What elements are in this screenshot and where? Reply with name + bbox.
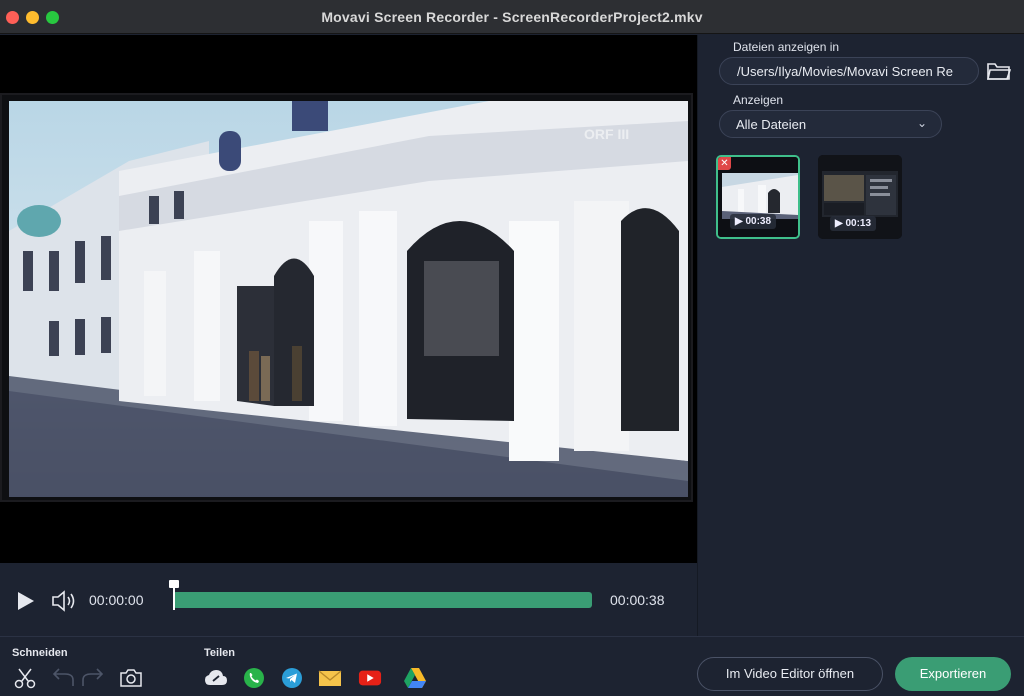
playhead-handle[interactable] <box>169 580 179 610</box>
share-section-label: Teilen <box>204 647 235 659</box>
playback-controls: 00:00:00 00:00:38 <box>0 563 697 636</box>
video-frame[interactable]: ORF III <box>0 93 693 502</box>
volume-icon[interactable] <box>51 589 77 618</box>
bottom-toolbar: Schneiden Teilen Im Video Editor öffnen … <box>0 636 1024 696</box>
title-bar: Movavi Screen Recorder - ScreenRecorderP… <box>0 0 1024 34</box>
chevron-down-icon: ⌄ <box>916 116 927 130</box>
duration-badge: ▶ 00:38 <box>730 214 777 229</box>
telegram-icon[interactable] <box>280 666 304 690</box>
whatsapp-icon[interactable] <box>242 666 266 690</box>
export-button[interactable]: Exportieren <box>895 657 1011 691</box>
play-icon[interactable] <box>17 591 35 616</box>
recording-thumbnail[interactable]: ▶ 00:13 <box>818 155 902 239</box>
delete-icon[interactable]: ✕ <box>718 157 731 170</box>
current-time: 00:00:00 <box>89 592 144 608</box>
video-overlay-logo: ORF III <box>584 126 629 142</box>
file-filter-value: Alle Dateien <box>736 117 807 132</box>
video-still-image: ORF III <box>9 101 688 497</box>
redo-icon[interactable] <box>81 666 105 690</box>
folder-icon[interactable] <box>987 60 1012 82</box>
scissors-icon[interactable] <box>13 666 37 690</box>
timeline-progress-bar[interactable] <box>173 592 592 608</box>
open-video-editor-button[interactable]: Im Video Editor öffnen <box>697 657 883 691</box>
app-window: Movavi Screen Recorder - ScreenRecorderP… <box>0 0 1024 696</box>
timeline-fill <box>173 592 592 608</box>
mail-icon[interactable] <box>318 666 342 690</box>
youtube-icon[interactable] <box>358 666 382 690</box>
google-drive-icon[interactable] <box>403 666 427 690</box>
camera-icon[interactable] <box>119 666 143 690</box>
files-panel: Dateien anzeigen in /Users/Ilya/Movies/M… <box>697 35 1024 636</box>
filter-label: Anzeigen <box>733 93 784 107</box>
recording-thumbnail[interactable]: ✕ ▶ 00:38 <box>716 155 800 239</box>
window-title: Movavi Screen Recorder - ScreenRecorderP… <box>321 9 703 25</box>
undo-icon[interactable] <box>51 666 75 690</box>
duration-badge: ▶ 00:13 <box>830 216 877 231</box>
video-preview-area: ORF III <box>0 35 697 563</box>
cut-section-label: Schneiden <box>12 647 68 659</box>
total-time: 00:00:38 <box>610 592 665 608</box>
folder-label: Dateien anzeigen in <box>733 40 840 54</box>
folder-path-field[interactable]: /Users/Ilya/Movies/Movavi Screen Re <box>719 57 979 85</box>
file-filter-select[interactable]: Alle Dateien ⌄ <box>719 110 942 138</box>
cloud-link-icon[interactable] <box>204 666 228 690</box>
